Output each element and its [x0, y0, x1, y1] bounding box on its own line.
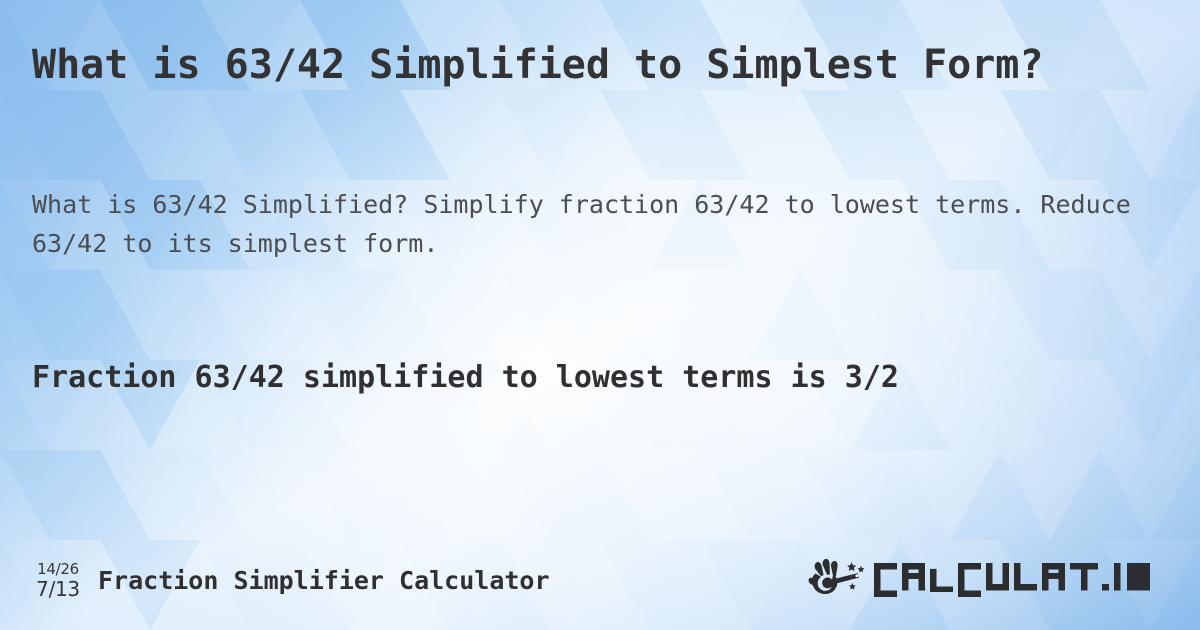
card-content: What is 63/42 Simplified to Simplest For…: [0, 0, 1200, 630]
page-title: What is 63/42 Simplified to Simplest For…: [32, 42, 1044, 88]
page-subtitle: What is 63/42 Simplified? Simplify fract…: [32, 190, 1131, 258]
fraction-icon-top: 14/26: [37, 559, 79, 578]
fraction-icon-bottom: 7/13: [36, 576, 80, 601]
footer: 14/26 7/13 Fraction Simplifier Calculato…: [0, 552, 1200, 608]
footer-calculator-title: Fraction Simplifier Calculator: [98, 565, 550, 595]
footer-brand-left: 14/26 7/13 Fraction Simplifier Calculato…: [32, 559, 550, 601]
fraction-simplify-icon: 14/26 7/13: [32, 559, 84, 601]
brand-wordmark: CALCULAT.IO: [874, 563, 1150, 597]
og-image-card: What is 63/42 Simplified to Simplest For…: [0, 0, 1200, 630]
brand-logo[interactable]: CALCULAT.IO: [808, 558, 1172, 602]
hand-magic-wand-icon: [808, 558, 865, 595]
answer-text: Fraction 63/42 simplified to lowest term…: [32, 360, 899, 395]
